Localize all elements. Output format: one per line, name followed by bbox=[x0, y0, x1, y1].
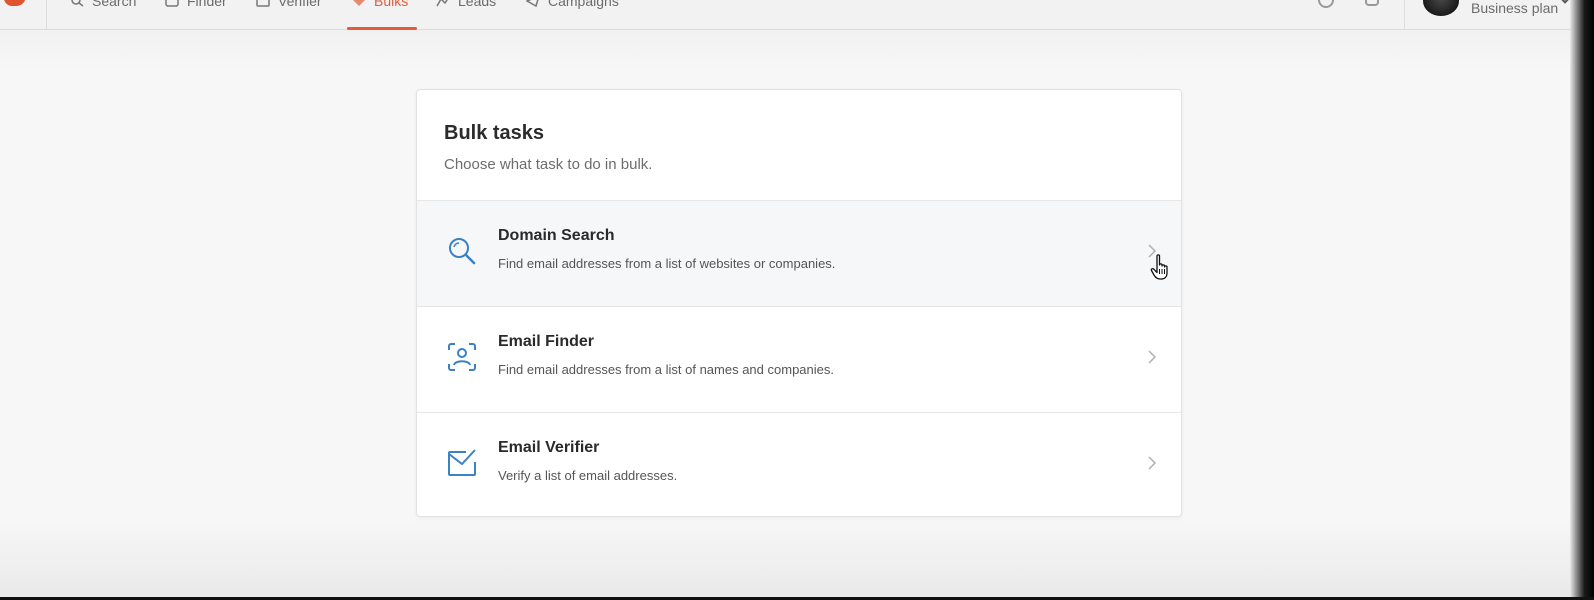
search-icon bbox=[449, 238, 476, 265]
active-tab-indicator bbox=[347, 27, 417, 30]
task-domain-search[interactable]: Domain Search Find email addresses from … bbox=[417, 200, 1181, 306]
nav-divider bbox=[46, 0, 47, 30]
logo[interactable] bbox=[4, 0, 26, 6]
nav-item-search[interactable]: Search bbox=[70, 0, 137, 9]
app-screen: Search Finder Verifier Bulks Leads Campa… bbox=[0, 0, 1594, 600]
hand-cursor-icon bbox=[1150, 254, 1168, 280]
chevron-right-icon bbox=[1148, 456, 1157, 470]
nav-item-leads[interactable]: Leads bbox=[436, 0, 497, 9]
task-description: Find email addresses from a list of name… bbox=[498, 362, 834, 377]
verifier-icon bbox=[256, 0, 270, 7]
chevron-right-icon bbox=[1148, 350, 1157, 364]
nav-label: Campaigns bbox=[548, 0, 619, 9]
screen-edge bbox=[1570, 0, 1594, 600]
nav-item-verifier[interactable]: Verifier bbox=[256, 0, 322, 9]
page-title: Bulk tasks bbox=[444, 122, 545, 144]
task-title: Email Verifier bbox=[498, 439, 600, 456]
task-title: Email Finder bbox=[498, 333, 595, 350]
nav-item-finder[interactable]: Finder bbox=[165, 0, 227, 9]
nav-item-bulks[interactable]: Bulks bbox=[352, 0, 409, 9]
nav-label: Finder bbox=[187, 0, 227, 9]
page-subtitle: Choose what task to do in bulk. bbox=[444, 156, 653, 173]
search-icon bbox=[71, 0, 84, 7]
nav-label: Leads bbox=[458, 0, 497, 9]
person-scan-icon bbox=[448, 343, 476, 371]
notification-bell-icon[interactable] bbox=[1365, 0, 1379, 6]
task-title: Domain Search bbox=[498, 227, 615, 244]
avatar[interactable] bbox=[1423, 0, 1459, 16]
help-icon[interactable] bbox=[1318, 0, 1334, 8]
top-navigation: Search Finder Verifier Bulks Leads Campa… bbox=[0, 0, 1571, 30]
nav-divider bbox=[1404, 0, 1405, 30]
nav-item-campaigns[interactable]: Campaigns bbox=[526, 0, 619, 9]
bulk-tasks-card: Bulk tasks Choose what task to do in bul… bbox=[416, 89, 1182, 517]
finder-icon bbox=[165, 0, 179, 7]
envelope-check-icon bbox=[448, 449, 476, 476]
plan-label: Business plan bbox=[1471, 0, 1559, 16]
nav-label: Verifier bbox=[278, 0, 322, 9]
nav-label: Search bbox=[92, 0, 137, 9]
task-description: Find email addresses from a list of webs… bbox=[498, 256, 836, 271]
task-description: Verify a list of email addresses. bbox=[498, 468, 678, 483]
campaigns-icon bbox=[526, 0, 539, 7]
task-email-finder[interactable]: Email Finder Find email addresses from a… bbox=[417, 306, 1181, 412]
chevron-down-icon[interactable] bbox=[1559, 0, 1571, 4]
leads-icon bbox=[436, 0, 448, 7]
bulks-icon bbox=[353, 0, 365, 6]
task-email-verifier[interactable]: Email Verifier Verify a list of email ad… bbox=[417, 412, 1181, 516]
nav-label: Bulks bbox=[374, 0, 409, 9]
